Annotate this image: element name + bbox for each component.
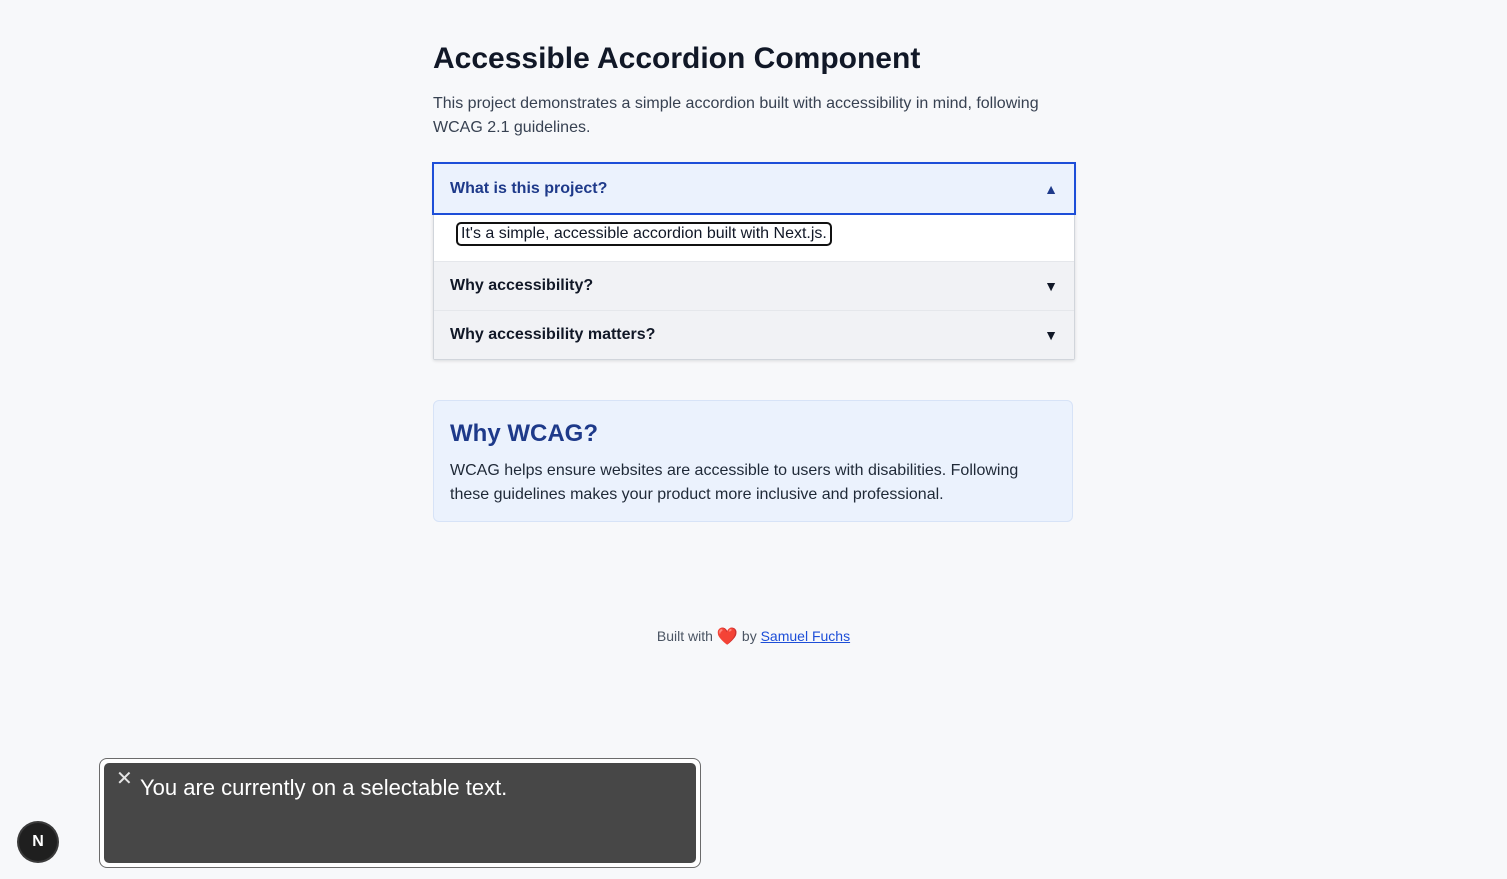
accordion-panel-text[interactable]: It's a simple, accessible accordion buil… <box>456 222 832 246</box>
footer-prefix: Built with <box>656 628 713 644</box>
intro-text: This project demonstrates a simple accor… <box>433 95 1039 136</box>
author-link[interactable]: Samuel Fuchs <box>761 628 850 644</box>
why-wcag-title: Why WCAG? <box>450 420 598 447</box>
accordion-header-label: Why accessibility? <box>450 277 594 294</box>
nextjs-logo-icon: N <box>32 833 44 850</box>
accordion-header-why-accessibility-matters[interactable]: Why accessibility matters? ▼ <box>434 310 1074 359</box>
close-icon[interactable]: ✕ <box>116 769 133 789</box>
screen-reader-toast: ✕ You are currently on a selectable text… <box>99 758 701 868</box>
screen-reader-caption: You are currently on a selectable text. <box>140 775 508 800</box>
heart-icon: ❤️ <box>716 627 739 646</box>
accordion-header-label: What is this project? <box>450 179 608 197</box>
chevron-down-icon: ▼ <box>1044 278 1058 294</box>
page-title: Accessible Accordion Component <box>433 42 921 75</box>
chevron-down-icon: ▼ <box>1044 327 1058 343</box>
footer: Built with ❤️ by Samuel Fuchs <box>0 625 1507 648</box>
accordion-panel-what-is-this-project: It's a simple, accessible accordion buil… <box>434 214 1074 261</box>
why-wcag-card: Why WCAG? WCAG helps ensure websites are… <box>433 400 1073 522</box>
why-wcag-body: WCAG helps ensure websites are accessibl… <box>450 462 1019 503</box>
chevron-up-icon: ▲ <box>1044 180 1058 197</box>
accordion: What is this project? ▲ It's a simple, a… <box>432 162 1076 360</box>
nextjs-dev-badge[interactable]: N <box>19 823 57 861</box>
screen-reader-toast-inner: ✕ You are currently on a selectable text… <box>104 763 696 863</box>
footer-by: by <box>741 628 757 644</box>
accordion-header-label: Why accessibility matters? <box>450 326 656 343</box>
accordion-header-what-is-this-project[interactable]: What is this project? ▲ <box>432 162 1076 215</box>
accordion-header-why-accessibility[interactable]: Why accessibility? ▼ <box>434 261 1074 310</box>
